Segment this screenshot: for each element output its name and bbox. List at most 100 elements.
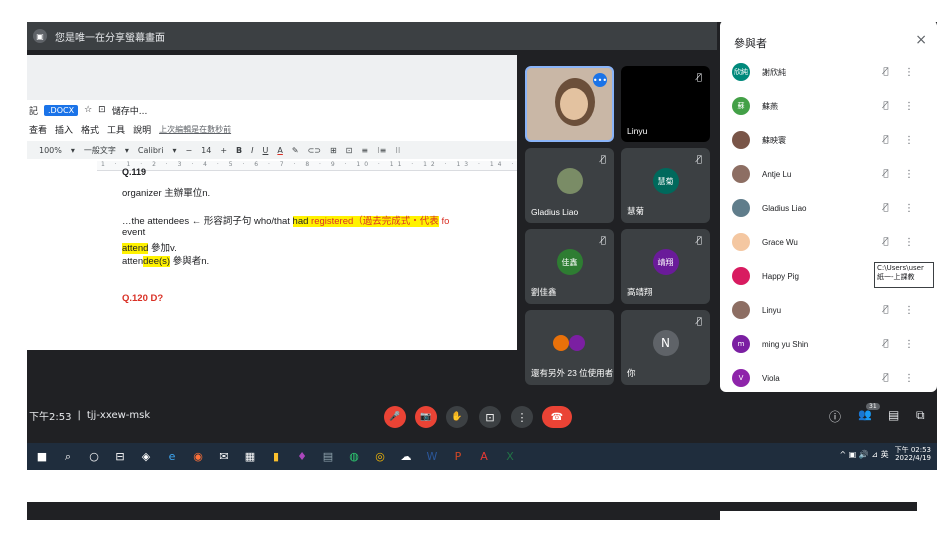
tray-icons[interactable]: ^ ▣ 🔊 ⊿ 英 [839,449,888,460]
info-icon[interactable]: ⓘ [829,408,841,425]
font-size-decrease[interactable]: − [185,146,192,155]
text-color-button[interactable]: A [277,146,282,155]
more-options-button[interactable]: ⋮ [511,406,533,428]
hand-icon: ✋ [451,412,463,422]
doc-body[interactable]: Q.119 organizer 主辦單位n. …the attendees ← … [122,167,517,348]
taskbar-app-icon[interactable]: ✉ [213,446,235,468]
present-button[interactable]: ⊡ [479,406,501,428]
last-edit-link[interactable]: 上次編輯是在數秒前 [159,124,231,135]
activities-icon[interactable]: ⧉ [916,408,925,423]
taskbar-app-icon[interactable]: ■ [31,446,53,468]
participant-row[interactable]: Linyu 🎙̸ ⋮ [732,298,927,322]
taskbar-app-icon[interactable]: ▦ [239,446,261,468]
taskbar-app-icon[interactable]: P [447,446,469,468]
taskbar-app-icon[interactable]: ◎ [369,446,391,468]
bold-button[interactable]: B [236,146,242,155]
list-icon[interactable]: ⁝⁝ [395,146,400,155]
taskbar-app-icon[interactable]: ○ [83,446,105,468]
windows-taskbar: ■ ⌕ ○ ⊟ ◈ e ◉ ✉ ▦ ▮ ♦ ▤ ◍ ◎ ☁ W P A X ^ ▣ 🔊 ⊿ 英 下午 02:53 2… [27,443,937,470]
participant-row[interactable]: Grace Wu 🎙̸ ⋮ [732,230,927,254]
taskbar-app-icon[interactable]: W [421,446,443,468]
mic-off-icon[interactable]: 🎙̸ [872,373,900,383]
video-tile-gladius[interactable]: 🎙̸ Gladius Liao [525,148,614,223]
more-icon[interactable]: ⋮ [900,135,918,146]
more-icon[interactable]: ⋮ [900,203,918,214]
more-icon[interactable]: ⋮ [900,237,918,248]
taskbar-app-icon[interactable]: ◈ [135,446,157,468]
more-icon[interactable]: ⋮ [900,373,918,384]
mic-off-icon[interactable]: 🎙̸ [872,305,900,315]
align-icon[interactable]: ≡ [361,146,368,155]
chevron-down-icon[interactable]: ▾ [125,146,129,155]
video-tile-you[interactable]: 🎙̸ N 你 [621,310,710,385]
style-select[interactable]: 一般文字 [84,145,116,156]
taskbar-app-icon[interactable]: ♦ [291,446,313,468]
more-icon[interactable]: ⋮ [900,169,918,180]
link-icon[interactable]: ⊂⊃ [308,146,321,155]
participant-row[interactable]: V Viola 🎙̸ ⋮ [732,366,927,390]
raise-hand-button[interactable]: ✋ [446,406,468,428]
video-tile-huiju[interactable]: 🎙̸ 慧菊 慧菊 [621,148,710,223]
taskbar-app-icon[interactable]: ⌕ [57,446,79,468]
mic-off-icon[interactable]: 🎙̸ [872,101,900,111]
menu-tools[interactable]: 工具 [107,123,125,136]
menu-format[interactable]: 格式 [81,123,99,136]
close-icon[interactable]: × [915,32,927,48]
participant-row[interactable]: Gladius Liao 🎙̸ ⋮ [732,196,927,220]
participant-name: 蘇燕 [762,101,778,111]
mic-toggle-button[interactable]: 🎤 [384,406,406,428]
taskbar-app-icon[interactable]: e [161,446,183,468]
mic-off-icon[interactable]: 🎙̸ [872,237,900,247]
more-icon[interactable]: ⋮ [900,339,918,350]
taskbar-app-icon[interactable]: ☁ [395,446,417,468]
chevron-down-icon[interactable]: ▾ [71,146,75,155]
taskbar-app-icon[interactable]: ⊟ [109,446,131,468]
participant-name: Antje Lu [762,169,792,179]
participant-row[interactable]: Antje Lu 🎙̸ ⋮ [732,162,927,186]
move-icon[interactable]: ⊡ [98,105,106,115]
participant-row[interactable]: 蘇映寰 🎙̸ ⋮ [732,128,927,152]
taskbar-app-icon[interactable]: ◉ [187,446,209,468]
participant-row[interactable]: m ming yu Shin 🎙̸ ⋮ [732,332,927,356]
mic-off-icon[interactable]: 🎙̸ [872,67,900,77]
line-spacing-icon[interactable]: ⁝≡ [377,146,386,155]
highlight-icon[interactable]: ✎ [292,146,299,155]
video-tile-others[interactable]: 還有另外 23 位使用者 [525,310,614,385]
menu-help[interactable]: 說明 [133,123,151,136]
video-tile-jiaxin[interactable]: 🎙̸ 佳鑫 劉佳鑫 [525,229,614,304]
mic-off-icon[interactable]: 🎙̸ [872,135,900,145]
banner-text: 您是唯一在分享螢幕畫面 [55,32,165,44]
camera-toggle-button[interactable]: 📷 [415,406,437,428]
taskbar-app-icon[interactable]: ▤ [317,446,339,468]
font-size[interactable]: 14 [201,146,211,155]
video-tile-linyu[interactable]: 🎙̸ Linyu [621,66,710,142]
mic-off-icon[interactable]: 🎙̸ [872,169,900,179]
menu-view[interactable]: 查看 [29,123,47,136]
mic-off-icon[interactable]: 🎙̸ [872,339,900,349]
video-tile-jingxiang[interactable]: 🎙̸ 靖翔 高靖翔 [621,229,710,304]
star-icon[interactable]: ☆ [84,105,92,115]
chat-icon[interactable]: ▤ [888,408,899,422]
participant-row[interactable]: 欣純 謝欣純 🎙̸ ⋮ [732,60,927,84]
participant-row[interactable]: 蘇 蘇燕 🎙̸ ⋮ [732,94,927,118]
more-icon[interactable]: ⋮ [900,305,918,316]
italic-button[interactable]: I [251,146,253,155]
video-tile-self[interactable]: ••• [525,66,614,142]
taskbar-app-icon[interactable]: X [499,446,521,468]
mic-off-icon[interactable]: 🎙̸ [872,203,900,213]
clock[interactable]: 下午 02:53 2022/4/19 [895,446,931,463]
taskbar-app-icon[interactable]: A [473,446,495,468]
menu-insert[interactable]: 插入 [55,123,73,136]
more-icon[interactable]: ⋮ [900,67,918,78]
comment-icon[interactable]: ⊞ [330,146,337,155]
font-size-increase[interactable]: + [220,146,227,155]
more-icon[interactable]: ⋮ [900,101,918,112]
end-call-button[interactable]: ☎ [542,406,572,428]
taskbar-app-icon[interactable]: ◍ [343,446,365,468]
image-icon[interactable]: ⊡ [346,146,353,155]
taskbar-app-icon[interactable]: ▮ [265,446,287,468]
zoom-select[interactable]: 100% [39,146,62,155]
font-select[interactable]: Calibri [138,146,164,155]
underline-button[interactable]: U [263,146,269,155]
chevron-down-icon[interactable]: ▾ [172,146,176,155]
